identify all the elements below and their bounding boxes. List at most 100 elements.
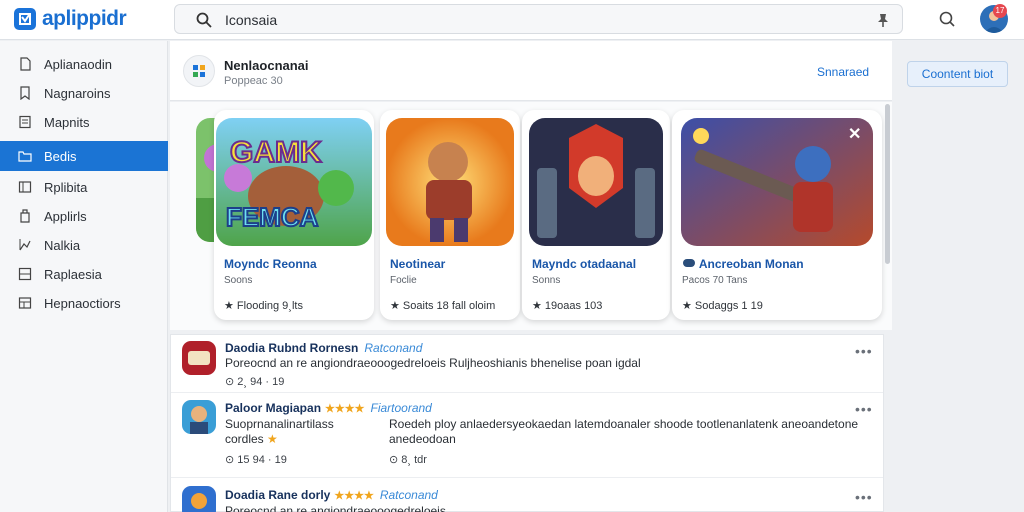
list-item-description-line2-text: cordles (225, 432, 264, 446)
game-card-subtitle: Pacos 70 Tans (682, 275, 748, 286)
list-item-meta: ⊙ 2¸ 94 · 19 (225, 376, 285, 388)
game-card-meta-text: Soaits 18 fall oloim (402, 300, 496, 312)
more-options-icon[interactable]: ••• (855, 489, 873, 505)
game-card[interactable]: Mayndc otadaanal Sonns ★ 19oaas 103 (522, 110, 670, 320)
rating-stars: ★★★★ (334, 490, 374, 502)
pin-icon[interactable] (874, 11, 892, 29)
header-link[interactable]: Snnaraed (817, 65, 869, 79)
list-item-title: Daodia Rubnd Rornesn Ratconand (225, 341, 422, 355)
sidebar-item-label: Aplianaodin (44, 56, 112, 72)
sidebar-item-label: Bedis (44, 148, 77, 164)
list-item-meta-text: 2¸ 94 · 19 (237, 376, 285, 388)
list-item-detail: Roedeh ploy anlaedersyeokaedan latemdoan… (389, 417, 859, 431)
bookmark-icon (20, 86, 30, 100)
game-card-meta: ★ Flooding 9¸lts (224, 300, 303, 312)
list-item-tag: Ratconand (364, 341, 423, 355)
top-bar: aplippidr Iconsaia 17 (0, 0, 1024, 40)
app-name: aplippidr (42, 7, 127, 30)
sidebar-item-label: Raplaesia (44, 266, 102, 282)
game-card[interactable]: Neotinear Foclie ★ Soaits 18 fall oloim (380, 110, 520, 320)
grid-icon (18, 267, 32, 281)
list-item-meta: ⊙ 15 94 · 19 (225, 454, 287, 466)
app-logo-icon (14, 8, 36, 30)
game-card-art: GAMK FEMCA (216, 118, 372, 246)
close-icon[interactable]: ✕ (848, 127, 862, 143)
list-item-description: Poreocnd an re angiondraeooogedreloeis R… (225, 356, 641, 370)
game-card-subtitle: Soons (224, 275, 253, 286)
search-bar[interactable]: Iconsaia (174, 4, 903, 34)
app-logo[interactable]: aplippidr (14, 7, 127, 31)
game-card-title: Neotinear (390, 257, 446, 271)
rating-stars: ★★★★ (325, 403, 365, 415)
carousel-scrollbar[interactable] (885, 104, 890, 264)
app-icon (182, 400, 216, 434)
more-options-icon[interactable]: ••• (855, 401, 873, 417)
sidebar-item-applirls[interactable]: Applirls (0, 201, 168, 231)
app-icon (182, 486, 216, 512)
list-item-meta-right-text: 8¸ tdr (401, 454, 427, 466)
game-card-art (386, 118, 514, 246)
page-subtitle: Poppeac 30 (224, 75, 283, 87)
game-card-title: Ancreoban Monan (682, 257, 804, 271)
list-item[interactable]: Doadia Rane dorly ★★★★ Ratconand Poreocnd … (171, 479, 883, 512)
sidebar-item-rplibita[interactable]: Rplibita (0, 172, 168, 202)
search-icon (196, 12, 212, 28)
list-item-description: Suoprnanalinartilass (225, 417, 334, 431)
list-item-tag: Fiartoorand (370, 401, 432, 415)
sidebar-item-label: Nagnaroins (44, 85, 111, 101)
page-title: Nenlaocnanai (224, 58, 309, 73)
list-item-title-text: Doadia Rane dorly (225, 488, 331, 502)
section-icon (183, 55, 215, 87)
game-card-meta-text: 19oaas 103 (544, 300, 603, 312)
notifications-icon[interactable] (937, 9, 957, 29)
game-card-title: Mayndc otadaanal (532, 257, 637, 271)
window-icon (20, 209, 30, 223)
sidebar: Aplianaodin Nagnaroins Mapnits Bedis Rpl… (0, 41, 168, 512)
game-card-title-text: Ancreoban Monan (698, 257, 804, 271)
list-item-title-text: Paloor Magiapan (225, 401, 322, 415)
star-icon: ★ (267, 432, 278, 446)
list-item-description: Poreocnd an re angiondraeooogedreloeis (225, 504, 446, 512)
document-icon (20, 57, 31, 71)
section-header: Nenlaocnanai Poppeac 30 Snnaraed (170, 41, 892, 101)
list-icon (19, 115, 31, 129)
game-card-title: Moyndc Reonna (224, 257, 317, 271)
notification-badge: 17 (993, 4, 1007, 18)
sidebar-item-label: Applirls (44, 208, 87, 224)
list-item-title-text: Daodia Rubnd Rornesn (225, 341, 359, 355)
game-card[interactable]: GAMK FEMCA Moyndc Reonna Soons ★ Floodin… (214, 110, 374, 320)
app-list: Daodia Rubnd Rornesn Ratconand Poreocnd a… (170, 334, 884, 512)
connect-button[interactable]: Coontent biot (907, 61, 1008, 87)
controller-icon (683, 259, 695, 267)
sidebar-item-aplianaodin[interactable]: Aplianaodin (0, 49, 168, 79)
sidebar-item-label: Rplibita (44, 179, 88, 195)
list-item[interactable]: Paloor Magiapan ★★★★ Fiartoorand Suoprnana… (171, 394, 883, 478)
game-card-meta: ★ 19oaas 103 (532, 300, 603, 312)
game-art-title-1: GAMK (230, 136, 322, 169)
game-card-art (529, 118, 663, 246)
sidebar-item-hepnaoctiors[interactable]: Hepnaoctiors (0, 288, 168, 318)
search-input[interactable]: Iconsaia (225, 12, 277, 28)
sidebar-item-mapnits[interactable]: Mapnits (0, 107, 168, 137)
list-item-meta-text: 15 94 · 19 (237, 454, 287, 466)
chart-icon (19, 239, 31, 251)
sidebar-item-nagnaroins[interactable]: Nagnaroins (0, 78, 168, 108)
game-card-meta-text: Sodaggs 1 19 (694, 300, 763, 312)
sidebar-item-label: Hepnaoctiors (44, 295, 121, 311)
sidebar-item-raplaesia[interactable]: Raplaesia (0, 259, 168, 289)
panel-icon (18, 181, 32, 193)
game-card-meta-text: Flooding 9¸lts (236, 300, 303, 312)
game-card-meta: ★ Sodaggs 1 19 (682, 300, 763, 312)
sidebar-item-nalkia[interactable]: Nalkia (0, 230, 168, 260)
more-options-icon[interactable]: ••• (855, 343, 873, 359)
list-item-tag: Ratconand (379, 488, 438, 502)
list-item[interactable]: Daodia Rubnd Rornesn Ratconand Poreocnd a… (171, 335, 883, 393)
list-item-meta-right: ⊙ 8¸ tdr (389, 454, 427, 466)
app-icon (182, 341, 216, 375)
sidebar-item-bedis[interactable]: Bedis (0, 141, 168, 171)
sidebar-item-label: Nalkia (44, 237, 81, 253)
list-item-detail-line2: anedeodoan (389, 432, 456, 446)
game-card-meta: ★ Soaits 18 fall oloim (390, 300, 496, 312)
list-item-description-line2: cordles ★ (225, 432, 278, 446)
folder-icon (18, 151, 32, 162)
